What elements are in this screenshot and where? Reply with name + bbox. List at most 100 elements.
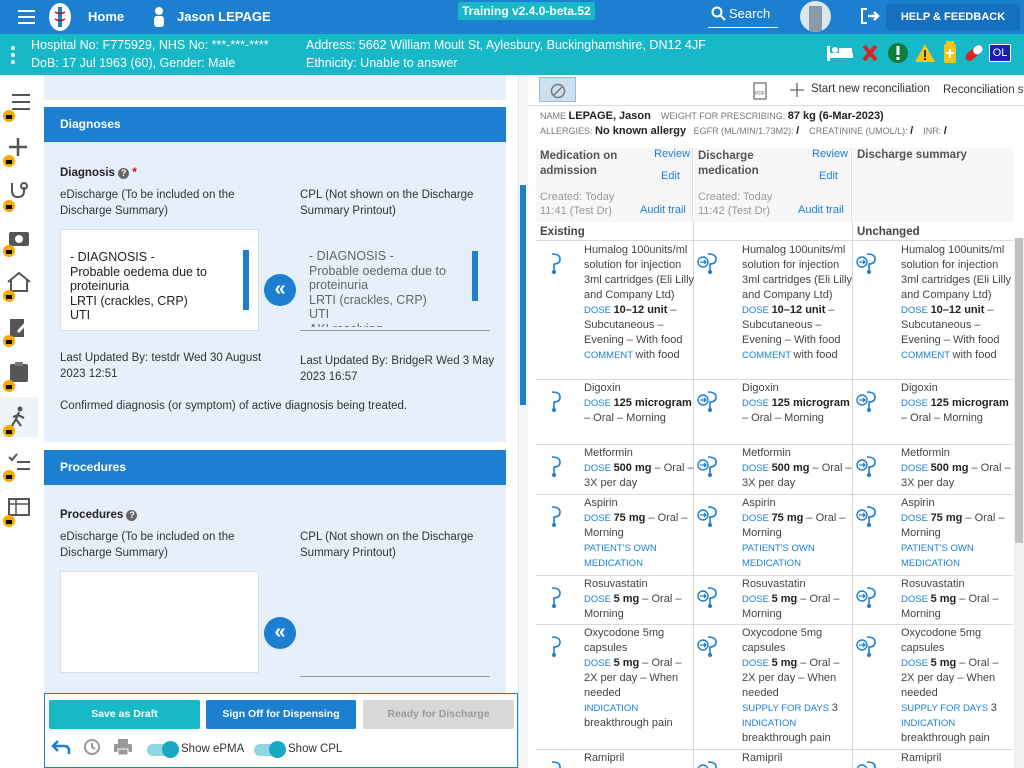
admission-time: 11:41 (Test Dr) bbox=[540, 205, 612, 217]
ready-for-discharge-button[interactable]: Ready for Discharge bbox=[363, 700, 514, 729]
diagnosis-ediscahrge-textarea[interactable]: - DIAGNOSIS - Probable oedema due to pro… bbox=[60, 229, 259, 331]
scrollbar[interactable] bbox=[472, 251, 478, 301]
medication-entry[interactable]: Rosuvastatin DOSE 5 mg – Oral – Morning bbox=[901, 577, 1013, 622]
edit-link[interactable]: Edit bbox=[819, 170, 838, 182]
user-initials-badge[interactable]: OL bbox=[989, 44, 1011, 62]
more-icon[interactable] bbox=[9, 45, 17, 65]
medication-name: Oxycodone 5mg capsules bbox=[584, 627, 665, 654]
history-icon[interactable] bbox=[82, 738, 102, 756]
plus-icon[interactable] bbox=[789, 82, 805, 98]
dose-key: DOSE bbox=[901, 513, 931, 524]
dose-value: 10–12 unit bbox=[613, 304, 668, 316]
checklist-icon[interactable] bbox=[3, 451, 32, 482]
medication-entry[interactable]: Humalog 100units/ml solution for injecti… bbox=[742, 243, 854, 363]
medication-name: Rosuvastatin bbox=[901, 578, 965, 590]
ediscahrge-label: eDischarge (To be included on the Discha… bbox=[60, 189, 235, 217]
camera-icon[interactable] bbox=[3, 226, 32, 257]
pdf-icon[interactable]: PDF bbox=[752, 82, 768, 100]
print-icon[interactable] bbox=[113, 738, 133, 756]
start-reconciliation-button[interactable]: Start new reconciliation bbox=[811, 81, 930, 97]
reconciliation-tab[interactable] bbox=[539, 77, 576, 102]
diagnoses-header[interactable]: Diagnoses bbox=[44, 107, 506, 142]
audit-trail-link[interactable]: Audit trail bbox=[640, 204, 686, 216]
dose-key: DOSE bbox=[742, 594, 772, 605]
medication-entry[interactable]: Aspirin DOSE 75 mg – Oral – Morning PATIEN… bbox=[901, 496, 1013, 571]
medication-entry[interactable]: Humalog 100units/ml solution for injecti… bbox=[901, 243, 1013, 363]
medication-entry[interactable]: Rosuvastatin DOSE 5 mg – Oral – Morning bbox=[584, 577, 696, 622]
close-icon[interactable] bbox=[861, 43, 879, 63]
procedures-cpl-textarea[interactable] bbox=[300, 595, 490, 677]
copy-procedures-button[interactable]: « bbox=[264, 617, 296, 649]
alert-icon[interactable] bbox=[887, 42, 909, 64]
copy-to-ediscahrge-button[interactable]: « bbox=[264, 274, 296, 306]
extra-key: INDICATION bbox=[742, 718, 797, 729]
help-icon[interactable]: ? bbox=[126, 510, 138, 521]
stethoscope-icon[interactable] bbox=[3, 181, 32, 212]
edit-document-icon[interactable] bbox=[3, 316, 32, 347]
show-epma-toggle[interactable] bbox=[147, 741, 179, 758]
procedures-header[interactable]: Procedures bbox=[44, 450, 506, 485]
review-link[interactable]: Review bbox=[812, 148, 848, 160]
medication-entry[interactable]: Ramipril bbox=[901, 751, 1013, 766]
scrollbar-track[interactable] bbox=[1014, 238, 1024, 768]
walking-person-icon[interactable] bbox=[3, 406, 32, 437]
home-link[interactable]: Home bbox=[88, 9, 124, 24]
undo-icon[interactable] bbox=[51, 738, 71, 756]
warning-icon[interactable] bbox=[914, 42, 936, 64]
help-feedback-button[interactable]: HELP & FEEDBACK bbox=[886, 4, 1020, 30]
existing-section-label: Existing bbox=[540, 226, 585, 238]
continued-medication-icon bbox=[697, 253, 717, 274]
audit-trail-link[interactable]: Audit trail bbox=[798, 204, 844, 216]
lock-icon bbox=[3, 425, 15, 437]
medication-icon[interactable] bbox=[940, 41, 960, 65]
add-icon[interactable] bbox=[3, 136, 32, 167]
medication-entry[interactable]: Ramipril bbox=[584, 751, 696, 766]
dose-key: DOSE bbox=[901, 305, 931, 316]
edit-link[interactable]: Edit bbox=[661, 170, 680, 182]
medication-entry[interactable]: Ramipril bbox=[742, 751, 854, 766]
medication-entry[interactable]: Metformin DOSE 500 mg – Oral – 3X per day bbox=[901, 446, 1013, 491]
scrollbar-thumb[interactable] bbox=[1015, 238, 1023, 543]
medication-entry[interactable]: Aspirin DOSE 75 mg – Oral – Morning PATIEN… bbox=[584, 496, 696, 571]
review-link[interactable]: Review bbox=[654, 148, 690, 160]
dose-key: DOSE bbox=[901, 594, 931, 605]
medication-entry[interactable]: Metformin DOSE 500 mg – Oral – 3X per day bbox=[584, 446, 696, 491]
medication-entry[interactable]: Oxycodone 5mg capsules DOSE 5 mg – Oral –… bbox=[742, 626, 854, 746]
dose-key: DOSE bbox=[584, 463, 614, 474]
save-draft-button[interactable]: Save as Draft bbox=[49, 700, 200, 729]
medication-entry[interactable]: Digoxin DOSE 125 microgram – Oral – Morni… bbox=[901, 381, 1013, 426]
row-divider bbox=[536, 749, 1013, 750]
continued-medication-icon bbox=[697, 506, 717, 527]
clipboard-icon[interactable] bbox=[3, 361, 32, 392]
list-icon[interactable] bbox=[3, 91, 32, 122]
dose-route: – Oral – Morning bbox=[901, 412, 983, 424]
medication-entry[interactable]: Oxycodone 5mg capsules DOSE 5 mg – Oral –… bbox=[584, 626, 696, 731]
house-icon[interactable] bbox=[3, 271, 32, 302]
user-name[interactable]: Jason LEPAGE bbox=[177, 9, 271, 24]
logout-icon[interactable] bbox=[860, 7, 880, 25]
medication-entry[interactable]: Digoxin DOSE 125 microgram – Oral – Morni… bbox=[742, 381, 854, 426]
procedures-ediscahrge-label: eDischarge (To be included on the Discha… bbox=[60, 531, 235, 559]
search-button[interactable]: Search bbox=[729, 6, 770, 21]
medication-entry[interactable]: Aspirin DOSE 75 mg – Oral – Morning PATIEN… bbox=[742, 496, 854, 571]
medication-entry[interactable]: Rosuvastatin DOSE 5 mg – Oral – Morning bbox=[742, 577, 854, 622]
table-icon[interactable] bbox=[3, 496, 32, 527]
menu-icon[interactable] bbox=[18, 10, 35, 28]
weight-key: WEIGHT FOR PRESCRIBING: bbox=[660, 111, 786, 121]
medication-entry[interactable]: Digoxin DOSE 125 microgram – Oral – Morni… bbox=[584, 381, 696, 426]
panel-resize-handle[interactable] bbox=[518, 75, 528, 768]
medication-name: Humalog 100units/ml solution for injecti… bbox=[901, 244, 1012, 301]
bed-icon[interactable] bbox=[826, 43, 854, 63]
medication-entry[interactable]: Oxycodone 5mg capsules DOSE 5 mg – Oral –… bbox=[901, 626, 1013, 746]
pill-icon[interactable] bbox=[963, 42, 985, 64]
diagnosis-cpl-textarea[interactable]: - DIAGNOSIS - Probable oedema due to pro… bbox=[300, 249, 490, 331]
medication-entry[interactable]: Humalog 100units/ml solution for injecti… bbox=[584, 243, 696, 363]
dose-key: DOSE bbox=[742, 463, 772, 474]
scrollbar[interactable] bbox=[243, 250, 249, 310]
avatar[interactable] bbox=[800, 1, 831, 32]
medication-entry[interactable]: Metformin DOSE 500 mg – Oral – 3X per day bbox=[742, 446, 854, 491]
procedures-ediscahrge-textarea[interactable] bbox=[60, 571, 259, 673]
sign-off-button[interactable]: Sign Off for Dispensing bbox=[206, 700, 356, 729]
help-icon[interactable]: ? bbox=[118, 168, 130, 179]
show-cpl-toggle[interactable] bbox=[254, 741, 286, 758]
